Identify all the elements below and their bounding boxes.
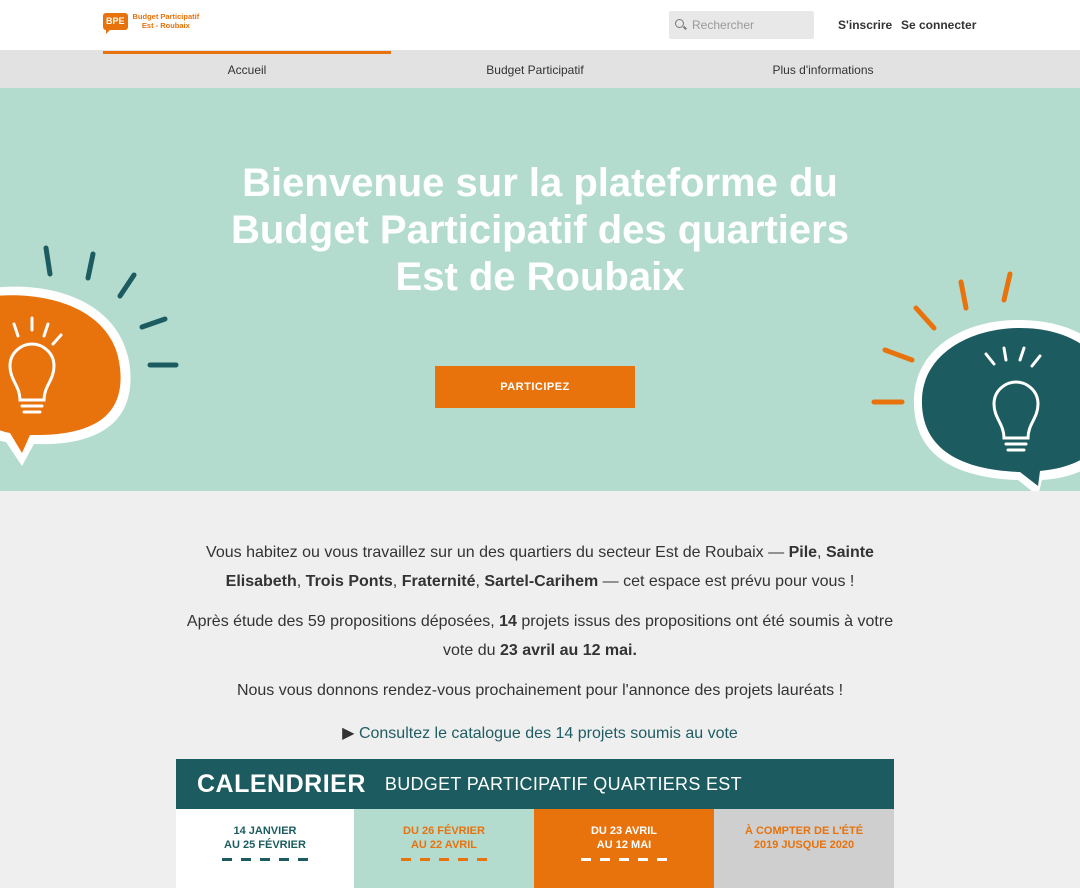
search-box[interactable] [669, 11, 814, 39]
calendar-step-line2: AU 22 AVRIL [410, 839, 477, 851]
logo-badge: BPE [103, 13, 128, 35]
dash-divider [401, 858, 487, 861]
hero-title-line1: Bienvenue sur la plateforme du [242, 161, 838, 205]
text-fragment: — cet espace est prévu pour vous ! [598, 573, 855, 590]
catalog-line: ▶ Consultez le catalogue des 14 projets … [170, 719, 910, 748]
header: BPE Budget Participatif Est - Roubaix S'… [0, 0, 1080, 51]
calendar-title: CALENDRIER [197, 769, 366, 798]
neighborhood-name: Pile [788, 544, 818, 561]
nav-item-plus-informations[interactable]: Plus d'informations [679, 51, 967, 88]
text-fragment: , [817, 544, 826, 561]
neighborhood-name: Fraternité [401, 573, 476, 590]
hero-banner: Bienvenue sur la plateforme du Budget Pa… [0, 88, 1080, 491]
calendar-step-line2: AU 25 FÉVRIER [224, 839, 306, 851]
search-input[interactable] [692, 18, 807, 32]
calendar-banner: CALENDRIER BUDGET PARTICIPATIF QUARTIERS… [176, 759, 894, 888]
text-fragment: Vous habitez ou vous travaillez sur un d… [206, 544, 789, 561]
calendar-step-3: DU 23 AVRIL AU 12 MAI [534, 809, 714, 888]
calendar-step-2: DU 26 FÉVRIER AU 22 AVRIL [354, 809, 534, 888]
signup-link[interactable]: S'inscrire [838, 18, 892, 32]
calendar-step-line2: AU 12 MAI [596, 839, 652, 851]
text-fragment: Après étude des 59 propositions déposées… [186, 613, 500, 630]
nav-item-accueil[interactable]: Accueil [103, 51, 391, 88]
logo-line2: Est - Roubaix [141, 20, 190, 30]
participate-button[interactable]: PARTICIPEZ [435, 366, 635, 408]
hero-title: Bienvenue sur la plateforme du Budget Pa… [140, 160, 940, 301]
intro-text: Vous habitez ou vous travaillez sur un d… [170, 538, 910, 716]
main-nav: Accueil Budget Participatif Plus d'infor… [0, 51, 1080, 88]
project-count: 14 [499, 613, 517, 630]
logo-text: Budget Participatif Est - Roubaix [133, 12, 200, 30]
logo[interactable]: BPE Budget Participatif Est - Roubaix [103, 12, 200, 35]
calendar-subtitle: BUDGET PARTICIPATIF QUARTIERS EST [384, 773, 742, 794]
nav-item-budget-participatif[interactable]: Budget Participatif [391, 51, 679, 88]
search-icon [675, 19, 687, 31]
idea-bubble-right-icon [871, 271, 1080, 491]
intro-paragraph-3: Nous vous donnons rendez-vous prochainem… [236, 682, 844, 699]
neighborhood-name: Trois Ponts [305, 573, 393, 590]
play-arrow-icon: ▶ [342, 725, 355, 742]
calendar-step-line1: 14 JANVIER [233, 825, 297, 837]
neighborhood-name: Sartel-Carihem [484, 573, 599, 590]
text-fragment: , [296, 573, 306, 590]
calendar-step-line2: 2019 JUSQUE 2020 [753, 839, 855, 851]
calendar-step-line1: DU 26 FÉVRIER [403, 825, 485, 837]
calendar-step-line1: DU 23 AVRIL [590, 825, 657, 837]
intro-paragraph-1: Vous habitez ou vous travaillez sur un d… [170, 538, 910, 596]
calendar-header: CALENDRIER BUDGET PARTICIPATIF QUARTIERS… [176, 759, 894, 809]
calendar-step-4: À COMPTER DE L'ÉTÉ 2019 JUSQUE 2020 [714, 809, 894, 888]
calendar-step-line1: À COMPTER DE L'ÉTÉ [744, 825, 864, 837]
dash-divider [581, 858, 667, 861]
calendar-step-1: 14 JANVIER AU 25 FÉVRIER [176, 809, 354, 888]
login-link[interactable]: Se connecter [901, 18, 976, 32]
dash-divider [222, 858, 308, 861]
vote-dates: 23 avril au 12 mai. [499, 642, 637, 659]
hero-title-line3: Est de Roubaix [395, 255, 685, 299]
intro-paragraph-2: Après étude des 59 propositions déposées… [170, 607, 910, 665]
catalog-link[interactable]: Consultez le catalogue des 14 projets so… [359, 725, 738, 742]
text-fragment: , [392, 573, 402, 590]
hero-title-line2: Budget Participatif des quartiers [231, 208, 849, 252]
